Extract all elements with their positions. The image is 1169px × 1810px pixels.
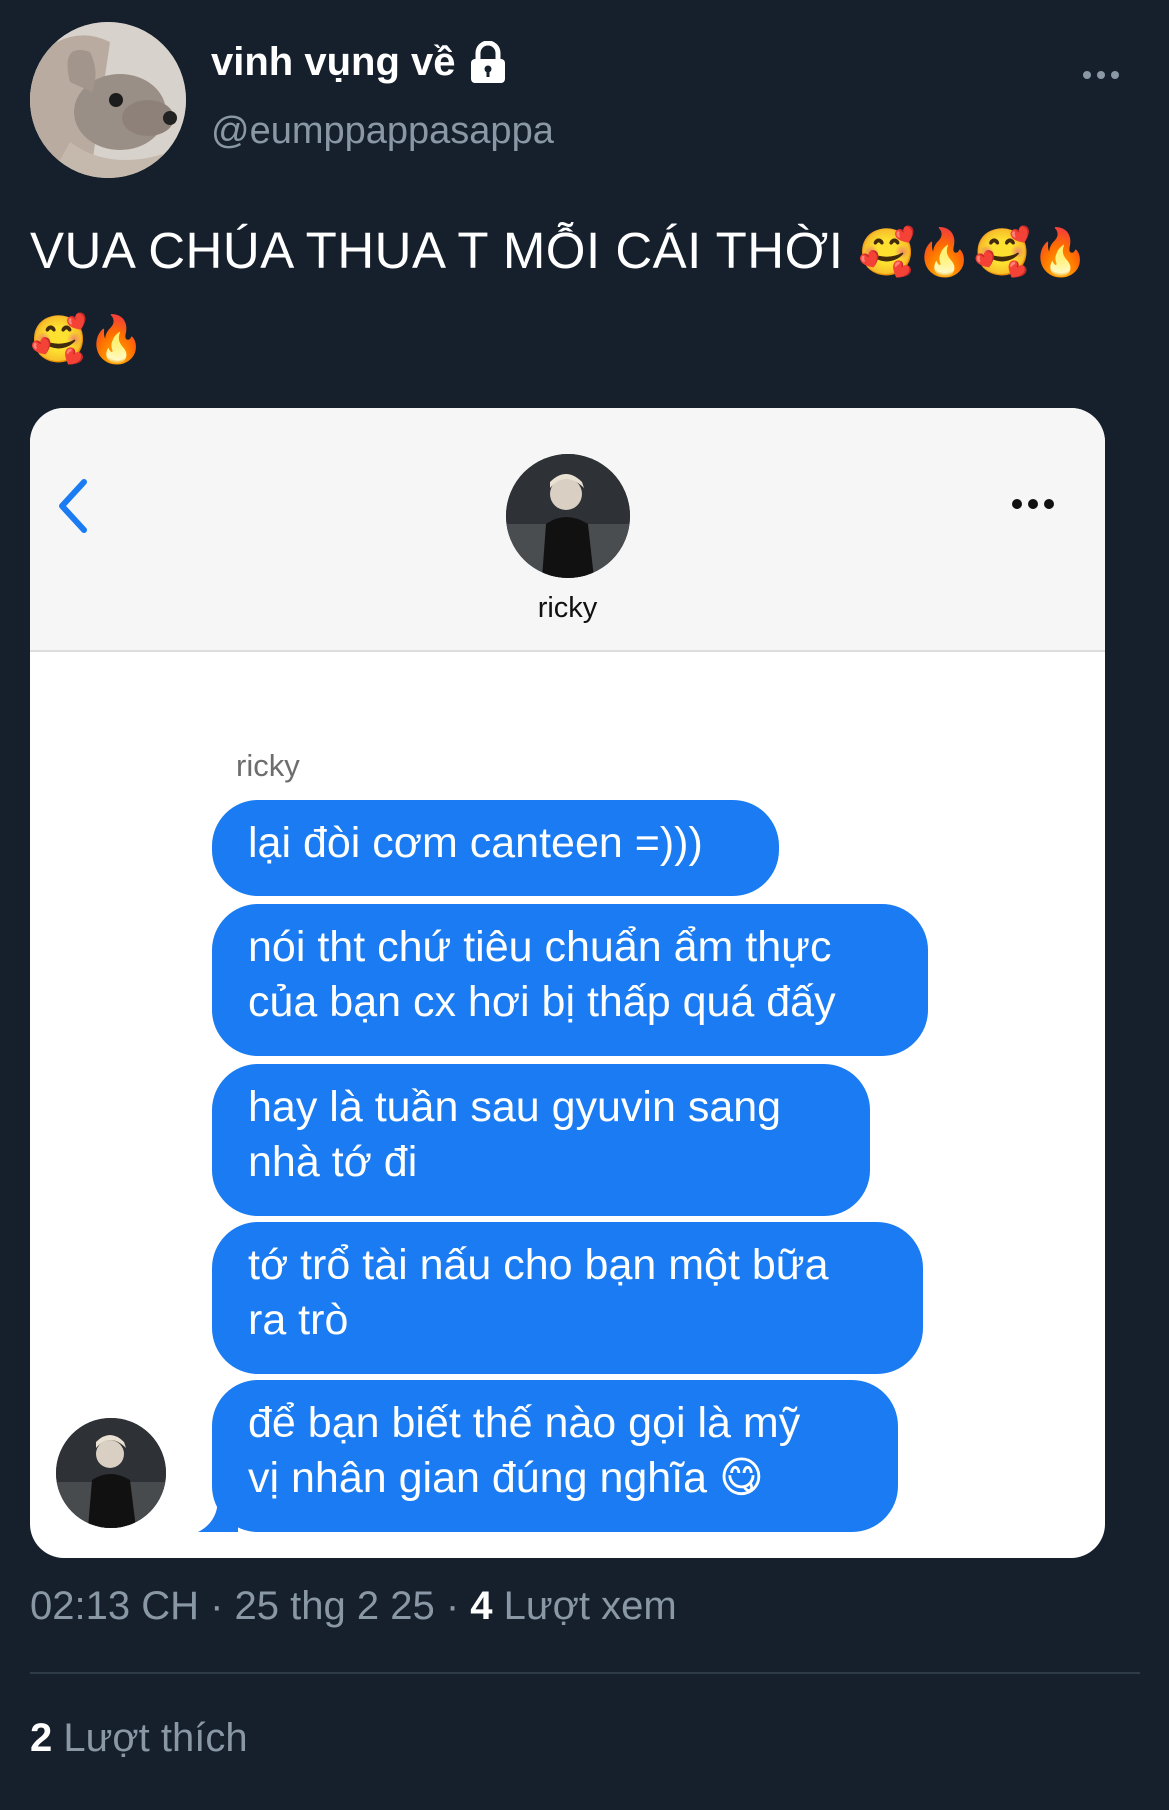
- divider: [30, 1672, 1140, 1674]
- contact-avatar[interactable]: [506, 454, 630, 578]
- likes-label: Lượt thích: [52, 1716, 248, 1760]
- message-bubble: lại đòi cơm canteen =))): [212, 800, 779, 896]
- message-text: nhà tớ đi: [248, 1138, 418, 1186]
- message-bubble: tớ trổ tài nấu cho bạn một bữa ra trò: [212, 1222, 923, 1374]
- user-handle[interactable]: @eumppappasappa: [211, 110, 554, 153]
- tweet-text-body: VUA CHÚA THUA T MỖI CÁI THỜI: [30, 222, 844, 279]
- message-text: hay là tuần sau gyuvin sang: [248, 1083, 782, 1131]
- likes-count: 2: [30, 1716, 53, 1760]
- more-options-icon[interactable]: [1080, 66, 1140, 96]
- views-label: Lượt xem: [492, 1584, 677, 1628]
- display-name[interactable]: vinh vụng về: [211, 40, 508, 85]
- views-count: 4: [470, 1584, 493, 1628]
- emoji-line-2: 🥰🔥: [30, 312, 146, 366]
- tweet-time[interactable]: 02:13 CH: [30, 1584, 199, 1628]
- message-avatar: [56, 1418, 166, 1528]
- user-avatar[interactable]: [30, 22, 186, 178]
- tweet-date[interactable]: 25 thg 2 25: [235, 1584, 435, 1628]
- emoji-line-1: 🥰🔥🥰🔥: [858, 225, 1090, 279]
- lock-icon: [468, 40, 508, 85]
- message-text: của bạn cx hơi bị thấp quá đấy: [248, 978, 836, 1026]
- tweet-text: VUA CHÚA THUA T MỖI CÁI THỜI 🥰🔥🥰🔥 🥰🔥: [30, 208, 1150, 382]
- sender-label: ricky: [236, 748, 300, 783]
- message-bubble: nói tht chứ tiêu chuẩn ẩm thực của bạn c…: [212, 904, 928, 1056]
- meta-separator: ·: [198, 1584, 235, 1628]
- message-text: nói tht chứ tiêu chuẩn ẩm thực: [248, 923, 832, 971]
- message-text: để bạn biết thế nào gọi là mỹ: [248, 1399, 801, 1447]
- message-bubble: hay là tuần sau gyuvin sang nhà tớ đi: [212, 1064, 870, 1216]
- message-text: vị nhân gian đúng nghĩa 😋: [248, 1454, 764, 1502]
- message-bubble: để bạn biết thế nào gọi là mỹ vị nhân gi…: [212, 1380, 898, 1532]
- message-text: tớ trổ tài nấu cho bạn một bữa: [248, 1241, 829, 1289]
- tweet-meta: 02:13 CH · 25 thg 2 25 · 4 Lượt xem: [30, 1584, 677, 1629]
- contact-name: ricky: [537, 592, 598, 624]
- message-text: lại đòi cơm canteen =))): [248, 819, 703, 867]
- chat-more-icon[interactable]: [1009, 496, 1069, 512]
- back-chevron-icon[interactable]: [50, 476, 100, 536]
- chat-header: ricky: [30, 408, 1105, 652]
- tweet-header: vinh vụng về @eumppappasappa: [30, 22, 1140, 182]
- display-name-text[interactable]: vinh vụng về: [211, 40, 456, 85]
- likes-link[interactable]: 2 Lượt thích: [30, 1716, 248, 1761]
- meta-separator: ·: [434, 1584, 471, 1628]
- message-text: ra trò: [248, 1296, 349, 1344]
- tweet-media-image[interactable]: ricky ricky lại đòi cơm canteen =))) nói…: [30, 408, 1105, 1558]
